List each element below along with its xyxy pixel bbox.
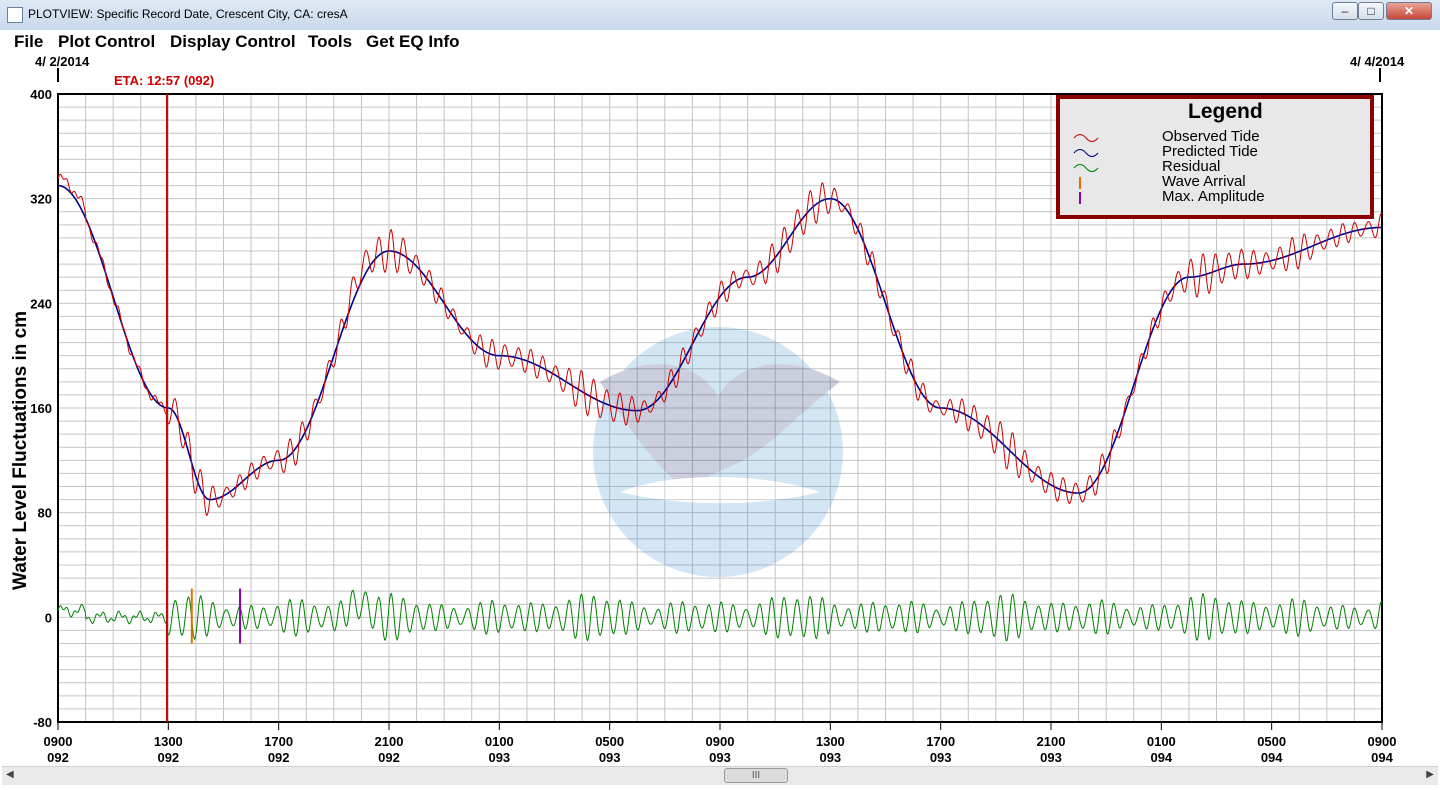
close-button[interactable]: ✕: [1386, 2, 1432, 20]
x-tick-time: 1700: [264, 734, 293, 749]
x-tick-time: 0900: [706, 734, 735, 749]
x-tick-day: 093: [488, 750, 510, 765]
x-tick-time: 0900: [44, 734, 73, 749]
y-tick-label: 400: [30, 87, 52, 102]
x-tick-time: 1300: [816, 734, 845, 749]
y-tick-label: 80: [38, 506, 52, 521]
y-tick-label: 160: [30, 401, 52, 416]
x-tick-time: 0100: [1147, 734, 1176, 749]
x-tick-day: 094: [1261, 750, 1283, 765]
x-tick-day: 092: [157, 750, 179, 765]
x-tick-time: 2100: [1037, 734, 1066, 749]
x-tick-day: 093: [599, 750, 621, 765]
legend-label: Max. Amplitude: [1162, 188, 1265, 205]
x-tick-day: 093: [930, 750, 952, 765]
menu-bar: File Plot Control Display Control Tools …: [0, 30, 1440, 52]
menu-plot-control[interactable]: Plot Control: [58, 32, 155, 52]
x-tick-time: 1300: [154, 734, 183, 749]
noaa-watermark: [593, 327, 843, 577]
y-axis-label: Water Level Fluctuations in cm: [10, 311, 31, 590]
y-tick-label: 320: [30, 192, 52, 207]
x-tick-time: 0100: [485, 734, 514, 749]
maximize-button[interactable]: □: [1358, 2, 1384, 20]
legend: Legend Observed TidePredicted TideResidu…: [1056, 95, 1374, 219]
y-tick-label: 240: [30, 296, 52, 311]
x-tick-time: 0900: [1368, 734, 1397, 749]
x-tick-day: 094: [1371, 750, 1393, 765]
window-title: PLOTVIEW: Specific Record Date, Crescent…: [28, 7, 348, 21]
x-tick-day: 094: [1150, 750, 1172, 765]
scrollbar-thumb[interactable]: III: [724, 768, 788, 783]
scroll-right-arrow-icon[interactable]: ▶: [1426, 769, 1434, 780]
menu-get-eq-info[interactable]: Get EQ Info: [366, 32, 460, 52]
x-tick-day: 093: [709, 750, 731, 765]
end-date-label: 4/ 4/2014: [1350, 54, 1405, 69]
horizontal-scrollbar[interactable]: ◀ III ▶: [2, 766, 1438, 785]
y-tick-label: -80: [33, 715, 52, 730]
eta-label: ETA: 12:57 (092): [114, 73, 214, 88]
menu-tools[interactable]: Tools: [308, 32, 352, 52]
scroll-left-arrow-icon[interactable]: ◀: [6, 769, 14, 780]
x-tick-time: 2100: [375, 734, 404, 749]
minimize-button[interactable]: –: [1332, 2, 1358, 20]
tide-plot: ETA: 12:57 (092) 4/ 2/2014 4/ 4/2014 400…: [10, 54, 1405, 765]
x-tick-time: 0500: [595, 734, 624, 749]
y-axis-ticks: 400 320 240 160 80 0 -80: [30, 87, 52, 730]
legend-title: Legend: [1188, 100, 1263, 123]
menu-file[interactable]: File: [14, 32, 43, 52]
title-bar: PLOTVIEW: Specific Record Date, Crescent…: [0, 0, 1440, 31]
x-tick-day: 092: [268, 750, 290, 765]
menu-display-control[interactable]: Display Control: [170, 32, 296, 52]
x-tick-day: 093: [1040, 750, 1062, 765]
app-icon: [7, 7, 23, 23]
x-tick-time: 0500: [1257, 734, 1286, 749]
x-axis-ticks: 0900092130009217000922100092010009305000…: [44, 722, 1397, 765]
x-tick-day: 093: [819, 750, 841, 765]
start-date-label: 4/ 2/2014: [35, 54, 90, 69]
y-tick-label: 0: [45, 610, 52, 625]
x-tick-day: 092: [378, 750, 400, 765]
x-tick-time: 1700: [926, 734, 955, 749]
x-tick-day: 092: [47, 750, 69, 765]
